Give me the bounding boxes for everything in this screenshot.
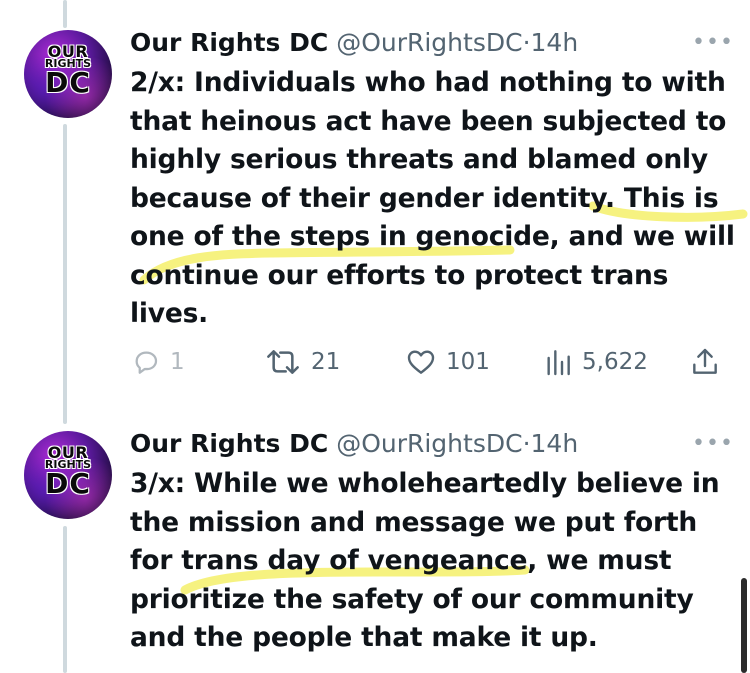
like-button[interactable]: 101 — [404, 346, 490, 378]
tweet-2[interactable]: OUR RIGHTS DC Our Rights DC @OurRightsDC… — [0, 400, 750, 673]
tweet-header: Our Rights DC @OurRightsDC·14h — [130, 26, 578, 60]
tweet-text-line: prioritize the safety of our community — [130, 583, 694, 615]
share-button[interactable] — [689, 346, 721, 378]
separator-dot: · — [522, 429, 531, 458]
tweet-text-line: highly serious threats and blamed only — [130, 144, 708, 175]
more-options-icon[interactable]: ••• — [692, 431, 734, 456]
tweet-text-line: the mission and message we put forth — [130, 506, 698, 538]
separator-dot: · — [522, 28, 531, 57]
avatar-logo-text: OUR RIGHTS DC — [44, 443, 92, 500]
tweet-text-line: one of the steps in genocide, and we wil… — [130, 221, 735, 252]
tweet-text-line: for trans day of vengeance, we must — [130, 545, 672, 576]
tweet-text-line: because of their gender identity. This i… — [130, 182, 719, 214]
more-options-icon[interactable]: ••• — [692, 30, 734, 55]
username[interactable]: @OurRightsDC — [336, 429, 522, 458]
tweet-text-line: and the people that make it up. — [130, 622, 598, 653]
tweet-text-line: lives. — [130, 298, 209, 329]
reply-count: 1 — [170, 349, 185, 375]
heart-icon — [407, 350, 435, 374]
display-name[interactable]: Our Rights DC — [130, 429, 328, 458]
tweet-header: Our Rights DC @OurRightsDC·14h — [130, 427, 578, 461]
views-button[interactable]: 5,622 — [542, 346, 648, 378]
reply-icon — [135, 351, 158, 374]
tweet-text-line: 3/x: While we wholeheartedly believe in — [130, 468, 720, 499]
views-count: 5,622 — [582, 349, 648, 375]
retweet-button[interactable]: 21 — [263, 346, 340, 378]
avatar-logo-text: OUR RIGHTS DC — [44, 42, 92, 99]
scrollbar[interactable] — [741, 578, 747, 673]
tweet-text-line: that heinous act have been subjected to — [130, 105, 727, 137]
tweet-text: 3/x: While we wholeheartedly believe in … — [130, 465, 740, 658]
like-count: 101 — [446, 349, 490, 375]
tweet-actions: 1 21 101 5,622 — [130, 346, 730, 386]
tweet-text-line: continue our efforts to protect trans — [130, 259, 669, 291]
username[interactable]: @OurRightsDC — [336, 28, 522, 57]
timestamp[interactable]: 14h — [531, 28, 579, 57]
tweet-text-line: 2/x: Individuals who had nothing to with — [130, 67, 726, 98]
timestamp[interactable]: 14h — [531, 429, 579, 458]
tweet-1[interactable]: OUR RIGHTS DC Our Rights DC @OurRightsDC… — [0, 0, 750, 400]
share-icon — [693, 348, 717, 374]
retweet-icon — [267, 350, 299, 374]
avatar[interactable]: OUR RIGHTS DC — [24, 30, 112, 118]
views-chart-icon — [547, 350, 570, 376]
avatar[interactable]: OUR RIGHTS DC — [24, 431, 112, 519]
reply-button[interactable]: 1 — [130, 346, 185, 378]
display-name[interactable]: Our Rights DC — [130, 28, 328, 57]
retweet-count: 21 — [311, 349, 341, 375]
tweet-text: 2/x: Individuals who had nothing to with… — [130, 64, 740, 334]
